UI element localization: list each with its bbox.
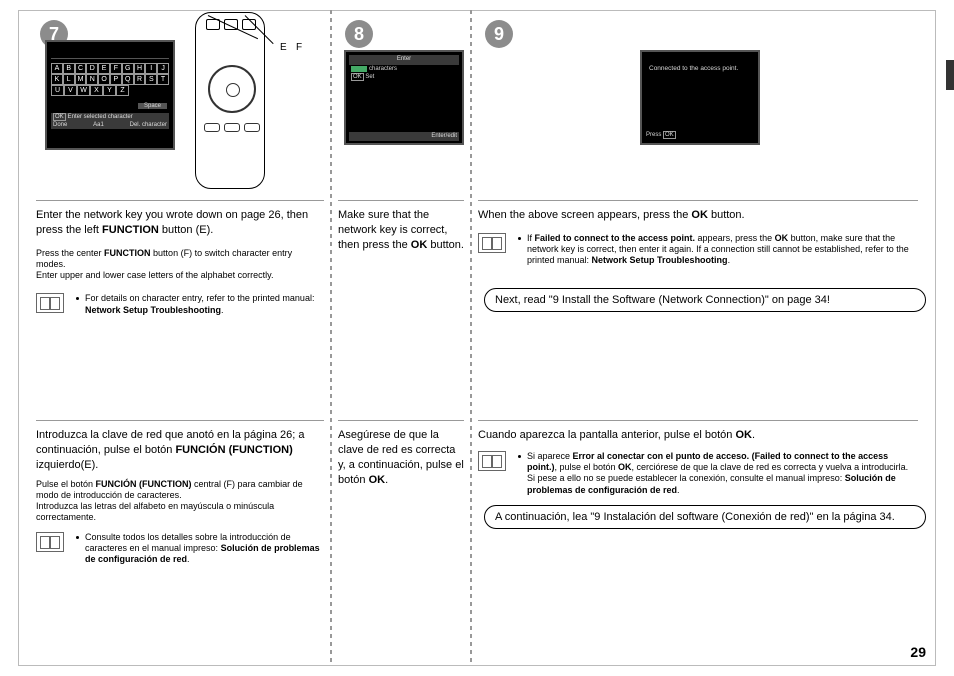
next-pill-en: Next, read "9 Install the Software (Netw… bbox=[484, 288, 926, 312]
step7-en: Enter the network key you wrote down on … bbox=[36, 208, 324, 316]
hr-7-mid bbox=[36, 420, 324, 421]
step8-es: Asegúrese de que la clave de red es corr… bbox=[338, 428, 464, 487]
step9-es: Cuando aparezca la pantalla anterior, pu… bbox=[478, 428, 918, 496]
hr-7-top bbox=[36, 200, 324, 201]
label-e: E bbox=[280, 42, 287, 53]
book-icon bbox=[36, 293, 64, 313]
book-icon bbox=[36, 532, 64, 552]
step7-es: Introduzca la clave de red que anotó en … bbox=[36, 428, 324, 565]
hr-9-mid bbox=[478, 420, 918, 421]
step-9-badge: 9 bbox=[485, 20, 513, 48]
step9-en: When the above screen appears, press the… bbox=[478, 208, 918, 267]
step-8-badge: 8 bbox=[345, 20, 373, 48]
hr-8-mid bbox=[338, 420, 464, 421]
lcd-keyboard: ABCDEFGHIJKLMNOPQRSTUVWXYZ Space OKEnter… bbox=[45, 40, 175, 150]
label-f: F bbox=[296, 42, 302, 53]
lcd-connected: Connected to the access point. Press OK bbox=[640, 50, 760, 145]
col-sep-1 bbox=[330, 10, 332, 666]
remote-control bbox=[195, 12, 315, 192]
hr-8-top bbox=[338, 200, 464, 201]
space-key: Space bbox=[138, 103, 167, 109]
col-sep-2 bbox=[470, 10, 472, 666]
manual-page: 7 8 9 ABCDEFGHIJKLMNOPQRSTUVWXYZ Space O… bbox=[0, 0, 954, 676]
book-icon bbox=[478, 451, 506, 471]
hr-9-top bbox=[478, 200, 918, 201]
book-icon bbox=[478, 233, 506, 253]
lcd-enter-key: Enter characters OK Set Enter/edit bbox=[344, 50, 464, 145]
section-tab bbox=[946, 60, 954, 90]
step8-en: Make sure that the network key is correc… bbox=[338, 208, 464, 253]
next-pill-es: A continuación, lea "9 Instalación del s… bbox=[484, 505, 926, 529]
page-number: 29 bbox=[910, 644, 926, 660]
